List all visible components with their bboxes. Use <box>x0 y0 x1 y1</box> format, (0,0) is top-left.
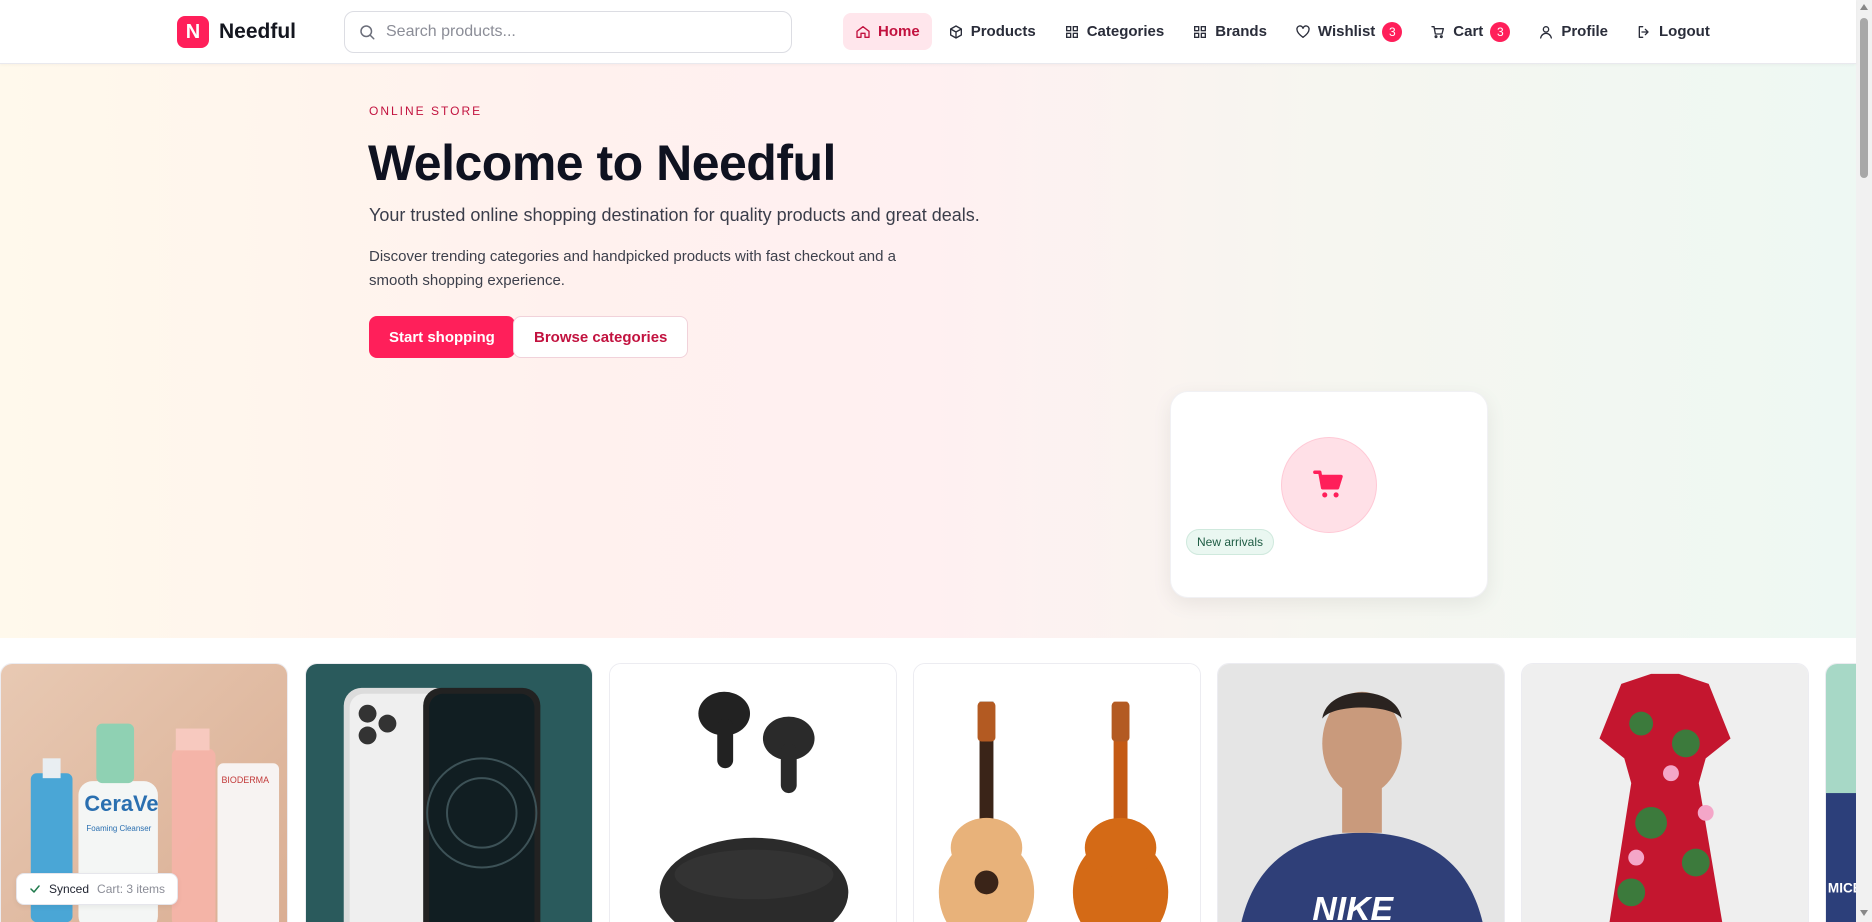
nav-logout[interactable]: Logout <box>1624 13 1722 50</box>
hoodie-product-image: NIKE <box>1218 664 1504 922</box>
search-bar[interactable] <box>344 11 792 53</box>
hero-title: Welcome to Needful <box>368 135 836 191</box>
sync-status-toast: Synced Cart: 3 items <box>16 873 179 905</box>
main-nav: Home Products Categories Brands Wishlist… <box>843 13 1722 50</box>
scroll-down-icon[interactable] <box>1860 910 1868 916</box>
svg-text:BIODERMA: BIODERMA <box>221 775 269 785</box>
box-icon <box>949 24 962 39</box>
new-arrivals-tag: New arrivals <box>1186 529 1275 555</box>
browse-categories-button[interactable]: Browse categories <box>513 316 689 358</box>
hero-description: Discover trending categories and handpic… <box>369 248 896 289</box>
nav-categories[interactable]: Categories <box>1052 13 1177 50</box>
nav-brands[interactable]: Brands <box>1180 13 1279 50</box>
cart-icon <box>1431 25 1445 38</box>
nav-wishlist-label: Wishlist <box>1317 23 1376 40</box>
nav-cart[interactable]: Cart 3 <box>1418 13 1522 50</box>
hero-subtitle: Your trusted online shopping destination… <box>369 205 980 225</box>
sync-status-label: Synced <box>49 882 90 896</box>
user-icon <box>1540 25 1553 39</box>
hero-eyebrow: ONLINE STORE <box>369 104 483 118</box>
start-shopping-button[interactable]: Start shopping <box>369 316 515 358</box>
product-card-smartphone[interactable] <box>305 663 593 922</box>
promo-icon-circle <box>1281 437 1377 533</box>
svg-text:NIKE: NIKE <box>1312 890 1394 922</box>
cart-count-badge: 3 <box>1490 21 1511 42</box>
smartphone-product-image <box>306 664 592 922</box>
nav-brands-label: Brands <box>1215 23 1267 40</box>
scroll-up-icon[interactable] <box>1860 4 1868 10</box>
grid-icon <box>1194 25 1207 38</box>
product-card-earbuds[interactable] <box>609 663 897 922</box>
logo-mark: N <box>177 16 209 48</box>
guitar-product-image <box>914 664 1200 922</box>
wishlist-count-badge: 3 <box>1382 21 1403 42</box>
nav-cart-label: Cart <box>1453 23 1484 40</box>
partial-product-image: MICEL <box>1826 664 1856 922</box>
nav-products-label: Products <box>970 23 1036 40</box>
product-card-guitars[interactable] <box>913 663 1201 922</box>
nav-products[interactable]: Products <box>936 13 1048 50</box>
search-input[interactable] <box>386 23 766 41</box>
nav-categories-label: Categories <box>1086 23 1165 40</box>
svg-text:MICEL: MICEL <box>1828 880 1856 895</box>
nav-home-label: Home <box>878 23 920 40</box>
scrollbar-thumb[interactable] <box>1860 18 1868 178</box>
svg-text:CeraVe: CeraVe <box>84 791 158 816</box>
promo-card[interactable]: New arrivals <box>1170 391 1488 598</box>
brand-logo[interactable]: N Needful <box>177 16 296 48</box>
page-scrollbar[interactable] <box>1856 0 1872 922</box>
product-card-dress[interactable] <box>1521 663 1809 922</box>
grid-icon <box>1065 25 1078 38</box>
heart-icon <box>1296 24 1310 38</box>
home-icon <box>856 25 870 38</box>
logout-icon <box>1638 25 1649 38</box>
earbuds-product-image <box>610 664 896 922</box>
cart-icon <box>1313 470 1343 498</box>
nav-wishlist[interactable]: Wishlist 3 <box>1283 13 1414 50</box>
product-card-partial[interactable]: MICEL <box>1825 663 1856 922</box>
nav-logout-label: Logout <box>1659 23 1710 40</box>
nav-home[interactable]: Home <box>843 13 932 50</box>
product-card-hoodie[interactable]: NIKE <box>1217 663 1505 922</box>
product-strip: CeraVe Foaming Cleanser BIODERMA NIKE MI… <box>0 663 1856 922</box>
dress-product-image <box>1522 664 1808 922</box>
check-icon <box>30 885 40 893</box>
nav-profile-label: Profile <box>1561 23 1608 40</box>
cart-item-count: Cart: 3 items <box>97 882 166 896</box>
svg-text:Foaming Cleanser: Foaming Cleanser <box>86 824 151 833</box>
search-icon <box>360 25 375 40</box>
top-header: N Needful Home Products Categories Brand… <box>0 0 1856 64</box>
hero-section: ONLINE STORE Welcome to Needful Your tru… <box>0 64 1856 638</box>
logo-text: Needful <box>219 20 297 43</box>
nav-profile[interactable]: Profile <box>1526 13 1620 50</box>
